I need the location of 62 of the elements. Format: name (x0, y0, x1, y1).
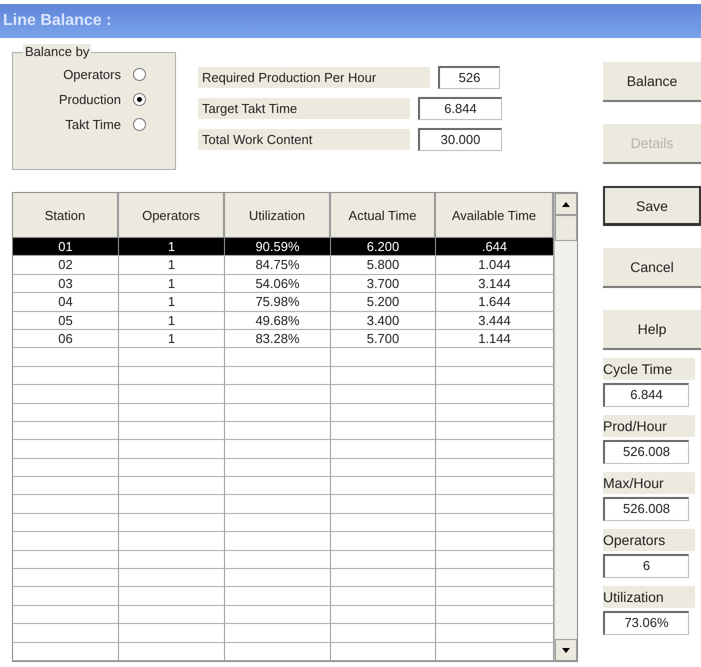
field-label: Max/Hour (603, 472, 695, 494)
table-row[interactable]: 03 1 54.06% 3.700 3.144 (13, 274, 554, 294)
table-cell: 05 (13, 312, 119, 329)
output-field: 6.844 (603, 383, 689, 407)
table-cell: 75.98% (225, 293, 331, 311)
table-row[interactable]: 05 1 49.68% 3.400 3.444 (13, 312, 554, 330)
table-cell: 3.700 (331, 274, 436, 292)
field-label: Operators (603, 529, 695, 551)
radio-label[interactable]: Operators (39, 67, 121, 82)
table-cell: 6.200 (331, 238, 436, 256)
dialog-button[interactable]: Save (603, 186, 701, 226)
table-cell: 83.28% (225, 330, 331, 348)
table-cell: 01 (13, 238, 119, 256)
table-cell: 1 (119, 274, 225, 292)
output-field: 526.008 (603, 440, 689, 464)
field-label: Required Production Per Hour (198, 67, 430, 88)
table-cell: 5.700 (331, 330, 436, 348)
table-cell: 54.06% (225, 274, 331, 292)
table-cell: 5.200 (331, 293, 436, 311)
scrollbar[interactable] (554, 193, 577, 661)
table-cell: 06 (13, 330, 119, 348)
radio-button[interactable] (133, 68, 146, 81)
table-row[interactable]: 06 1 83.28% 5.700 1.144 (13, 330, 554, 348)
table-cell: 1 (119, 238, 225, 256)
scroll-down-icon[interactable] (555, 639, 577, 661)
table-cell: 3.400 (331, 312, 436, 329)
output-field: 526.008 (603, 497, 689, 521)
output-field: 6 (603, 554, 689, 578)
field-label: Utilization (603, 586, 695, 608)
field-label: Cycle Time (603, 358, 695, 380)
window-title: Line Balance : (2, 12, 112, 30)
dialog-button[interactable]: Cancel (603, 248, 701, 288)
field-label: Prod/Hour (603, 415, 695, 437)
table-cell: 1 (119, 293, 225, 311)
input-field[interactable]: 30.000 (418, 128, 502, 151)
table-row[interactable]: 02 1 84.75% 5.800 1.044 (13, 256, 554, 275)
table-cell: 1 (119, 256, 225, 274)
table-cell: 5.800 (331, 256, 436, 274)
scroll-thumb[interactable] (555, 215, 577, 241)
input-field[interactable]: 6.844 (418, 97, 502, 120)
table-cell: 84.75% (225, 256, 331, 274)
table-cell: 49.68% (225, 312, 331, 329)
scroll-up-icon[interactable] (555, 193, 577, 215)
table-cell: 1 (119, 330, 225, 348)
output-field: 73.06% (603, 611, 689, 635)
radio-button[interactable] (133, 118, 146, 131)
dialog-button[interactable]: Help (603, 310, 701, 350)
radio-label[interactable]: Production (39, 92, 121, 107)
table-cell: 02 (13, 256, 119, 274)
input-field[interactable]: 526 (438, 66, 500, 89)
field-label: Total Work Content (198, 129, 410, 150)
table-row[interactable]: 04 1 75.98% 5.200 1.644 (13, 293, 554, 312)
table-row[interactable]: 01 1 90.59% 6.200 .644 (13, 238, 554, 256)
dialog-button[interactable]: Balance (603, 62, 701, 102)
radio-label[interactable]: Takt Time (39, 117, 121, 132)
field-label: Target Takt Time (198, 98, 410, 119)
table-cell: 04 (13, 293, 119, 311)
group-legend: Balance by (23, 44, 92, 59)
table-cell: 90.59% (225, 238, 331, 256)
table-cell: 03 (13, 274, 119, 292)
radio-button[interactable] (133, 93, 146, 106)
table-cell: 1 (119, 312, 225, 329)
